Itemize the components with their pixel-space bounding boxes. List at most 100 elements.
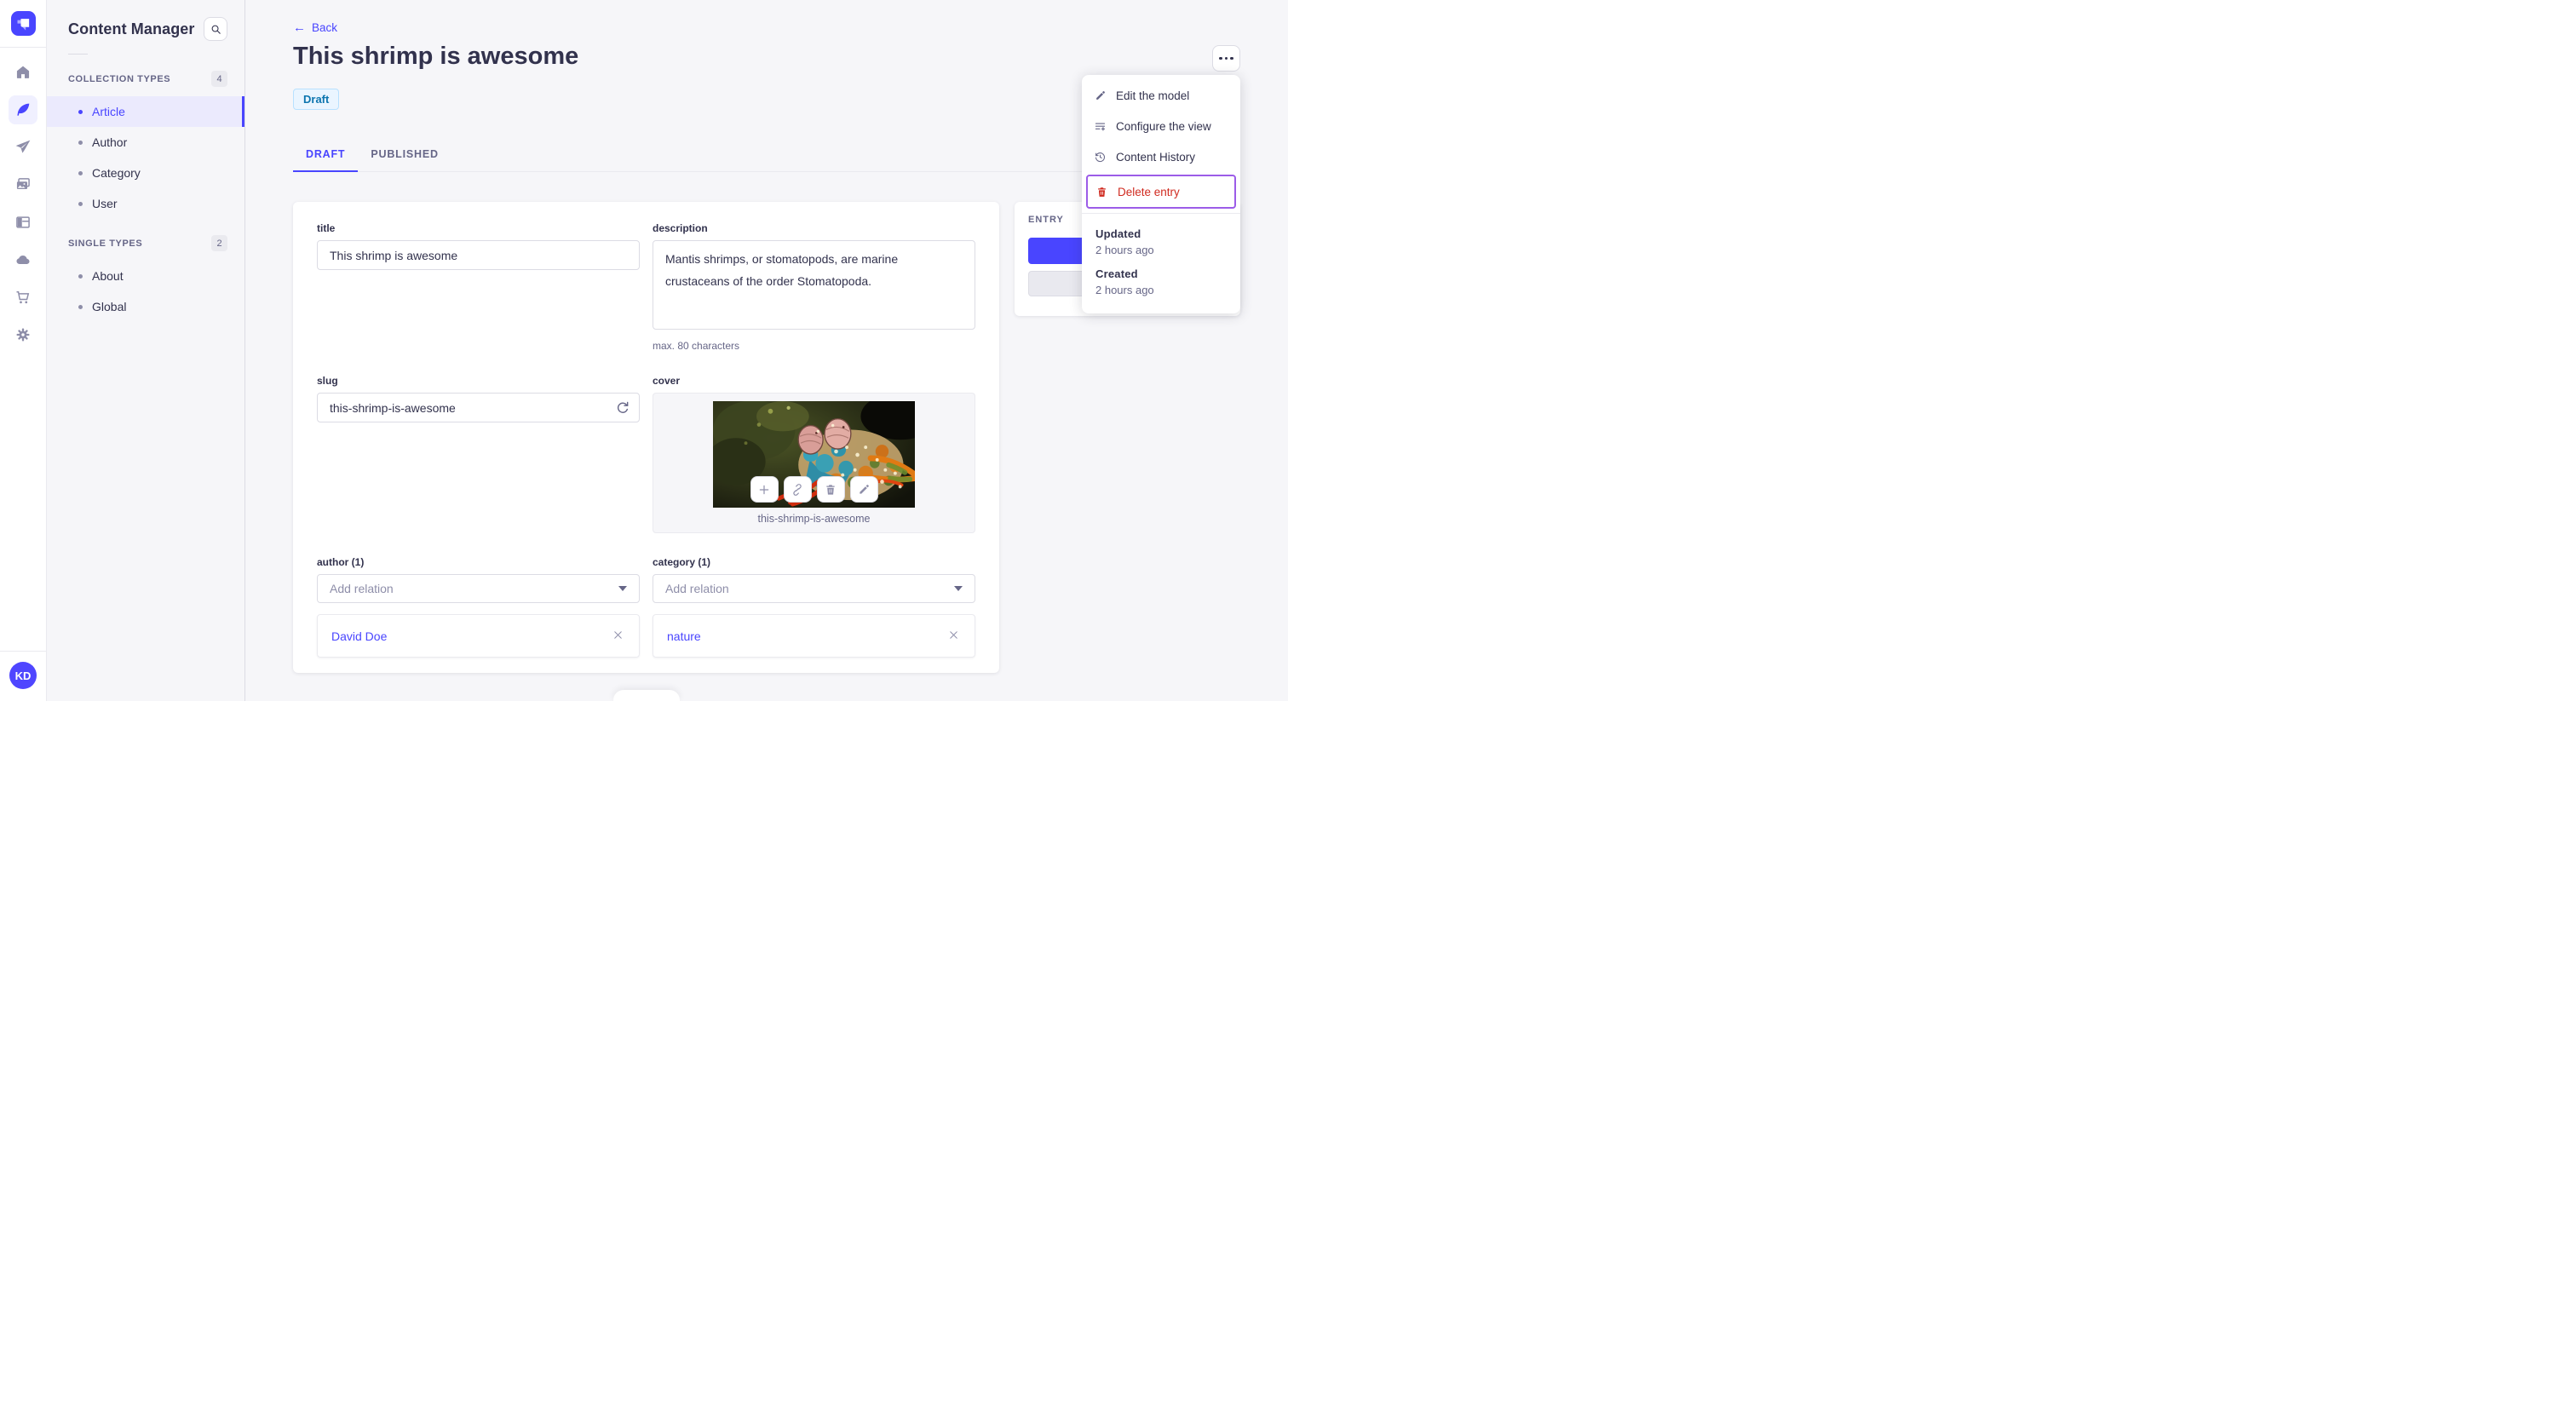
nav-releases-button[interactable]	[9, 133, 37, 162]
field-label: category (1)	[653, 556, 711, 568]
bottom-widget-handle[interactable]	[613, 690, 680, 701]
menu-item-edit-the-model[interactable]: Edit the model	[1082, 80, 1240, 111]
sidebar-item-label: User	[92, 197, 118, 210]
sidebar-item-label: Category	[92, 166, 141, 180]
field-label: author (1)	[317, 556, 365, 568]
shopping-cart-icon	[16, 291, 30, 304]
collection-types-section: COLLECTION TYPES 4 Article Author Catego…	[47, 71, 244, 219]
paper-plane-icon	[15, 140, 31, 153]
sidebar-item-category[interactable]: Category	[47, 158, 244, 188]
nav-content-type-builder-button[interactable]	[9, 208, 37, 237]
sidebar-item-label: Global	[92, 300, 127, 313]
layout-panels-icon	[16, 216, 30, 228]
remove-relation-button[interactable]	[610, 629, 625, 644]
category-relation-select[interactable]: Add relation	[653, 574, 975, 603]
title-input[interactable]	[317, 240, 640, 270]
search-icon	[211, 25, 221, 34]
cloud-icon	[16, 256, 30, 264]
menu-item-content-history[interactable]: Content History	[1082, 141, 1240, 172]
main-content: ← Back This shrimp is awesome Draft DRAF…	[245, 0, 1288, 701]
author-relation-card: David Doe	[317, 614, 640, 658]
author-relation-select[interactable]: Add relation	[317, 574, 640, 603]
ellipsis-icon	[1230, 56, 1233, 60]
cover-asset-card: this-shrimp-is-awesome	[653, 393, 975, 533]
description-textarea[interactable]: Mantis shrimps, or stomatopods, are mari…	[653, 240, 975, 330]
add-asset-button[interactable]	[750, 476, 779, 503]
cover-image	[713, 401, 915, 508]
nav-settings-button[interactable]	[9, 320, 37, 349]
sidebar-item-label: Article	[92, 105, 125, 118]
slug-input[interactable]	[317, 393, 640, 422]
images-icon	[16, 178, 30, 189]
select-placeholder: Add relation	[330, 582, 394, 595]
select-placeholder: Add relation	[665, 582, 729, 595]
section-count-badge: 2	[211, 235, 227, 251]
back-label: Back	[312, 21, 338, 34]
nav-media-library-button[interactable]	[9, 170, 37, 199]
relation-link-nature[interactable]: nature	[667, 629, 701, 643]
more-options-menu: Edit the model Configure the view Conten…	[1082, 75, 1240, 313]
menu-item-delete-entry[interactable]: Delete entry	[1088, 176, 1234, 207]
focused-item-outline: Delete entry	[1086, 175, 1236, 209]
copy-link-button[interactable]	[783, 476, 812, 503]
field-label: description	[653, 222, 708, 234]
tab-published[interactable]: PUBLISHED	[358, 140, 451, 171]
sidebar-item-article[interactable]: Article	[47, 96, 244, 127]
remove-relation-button[interactable]	[946, 629, 961, 644]
entry-form-card: title description Mantis shrimps, or sto…	[293, 202, 999, 673]
sidebar-item-label: Author	[92, 135, 128, 149]
user-avatar[interactable]: KD	[9, 662, 37, 689]
ellipsis-icon	[1219, 56, 1222, 60]
meta-updated-value: 2 hours ago	[1095, 244, 1154, 256]
section-label: SINGLE TYPES	[68, 238, 143, 249]
feather-icon	[17, 103, 30, 116]
sidebar-item-label: About	[92, 269, 124, 283]
sidebar-item-global[interactable]: Global	[47, 291, 244, 322]
menu-item-label: Content History	[1116, 150, 1196, 164]
nav-marketplace-button[interactable]	[9, 283, 37, 312]
field-label: slug	[317, 375, 338, 387]
refresh-icon	[617, 401, 629, 413]
rail-divider-bottom	[0, 651, 47, 652]
nav-content-manager-button[interactable]	[9, 95, 37, 124]
sidebar-title: Content Manager	[68, 20, 195, 37]
sidebar-item-user[interactable]: User	[47, 188, 244, 219]
delete-asset-button[interactable]	[816, 476, 845, 503]
field-category: category (1) Add relation nature	[653, 556, 975, 658]
menu-item-label: Configure the view	[1116, 119, 1211, 133]
sidebar-divider	[68, 54, 88, 55]
bullet-icon	[78, 201, 83, 206]
edit-asset-button[interactable]	[849, 476, 878, 503]
nav-deploy-button[interactable]	[9, 245, 37, 274]
sidebar-item-author[interactable]: Author	[47, 127, 244, 158]
regenerate-slug-button[interactable]	[614, 399, 631, 417]
relation-link-david-doe[interactable]: David Doe	[331, 629, 387, 643]
chevron-down-icon	[954, 586, 963, 591]
close-icon	[613, 630, 622, 639]
history-icon	[1095, 152, 1105, 162]
back-arrow-icon: ←	[293, 20, 306, 35]
close-icon	[949, 630, 957, 639]
tab-draft[interactable]: DRAFT	[293, 140, 359, 172]
pencil-icon	[1096, 90, 1105, 100]
sidebar-item-about[interactable]: About	[47, 261, 244, 291]
trash-icon	[826, 484, 835, 495]
page-title: This shrimp is awesome	[293, 43, 579, 70]
menu-item-configure-the-view[interactable]: Configure the view	[1082, 111, 1240, 141]
meta-updated-label: Updated	[1095, 227, 1141, 240]
back-link[interactable]: ← Back	[293, 21, 337, 34]
more-options-button[interactable]	[1212, 45, 1240, 72]
status-badge: Draft	[293, 89, 340, 110]
trash-icon	[1098, 187, 1106, 197]
field-title: title	[317, 222, 640, 352]
app-icon-rail: KD	[0, 0, 47, 701]
nav-home-button[interactable]	[9, 58, 37, 87]
meta-created-label: Created	[1095, 267, 1138, 280]
ellipsis-icon	[1224, 56, 1228, 60]
strapi-admin-page: KD Content Manager COLLECTION TYPES 4 Ar…	[0, 0, 1288, 701]
rail-divider	[0, 47, 47, 48]
menu-item-label: Edit the model	[1116, 89, 1190, 102]
bullet-icon	[78, 273, 83, 279]
link-icon	[793, 483, 802, 496]
search-button[interactable]	[204, 17, 227, 41]
